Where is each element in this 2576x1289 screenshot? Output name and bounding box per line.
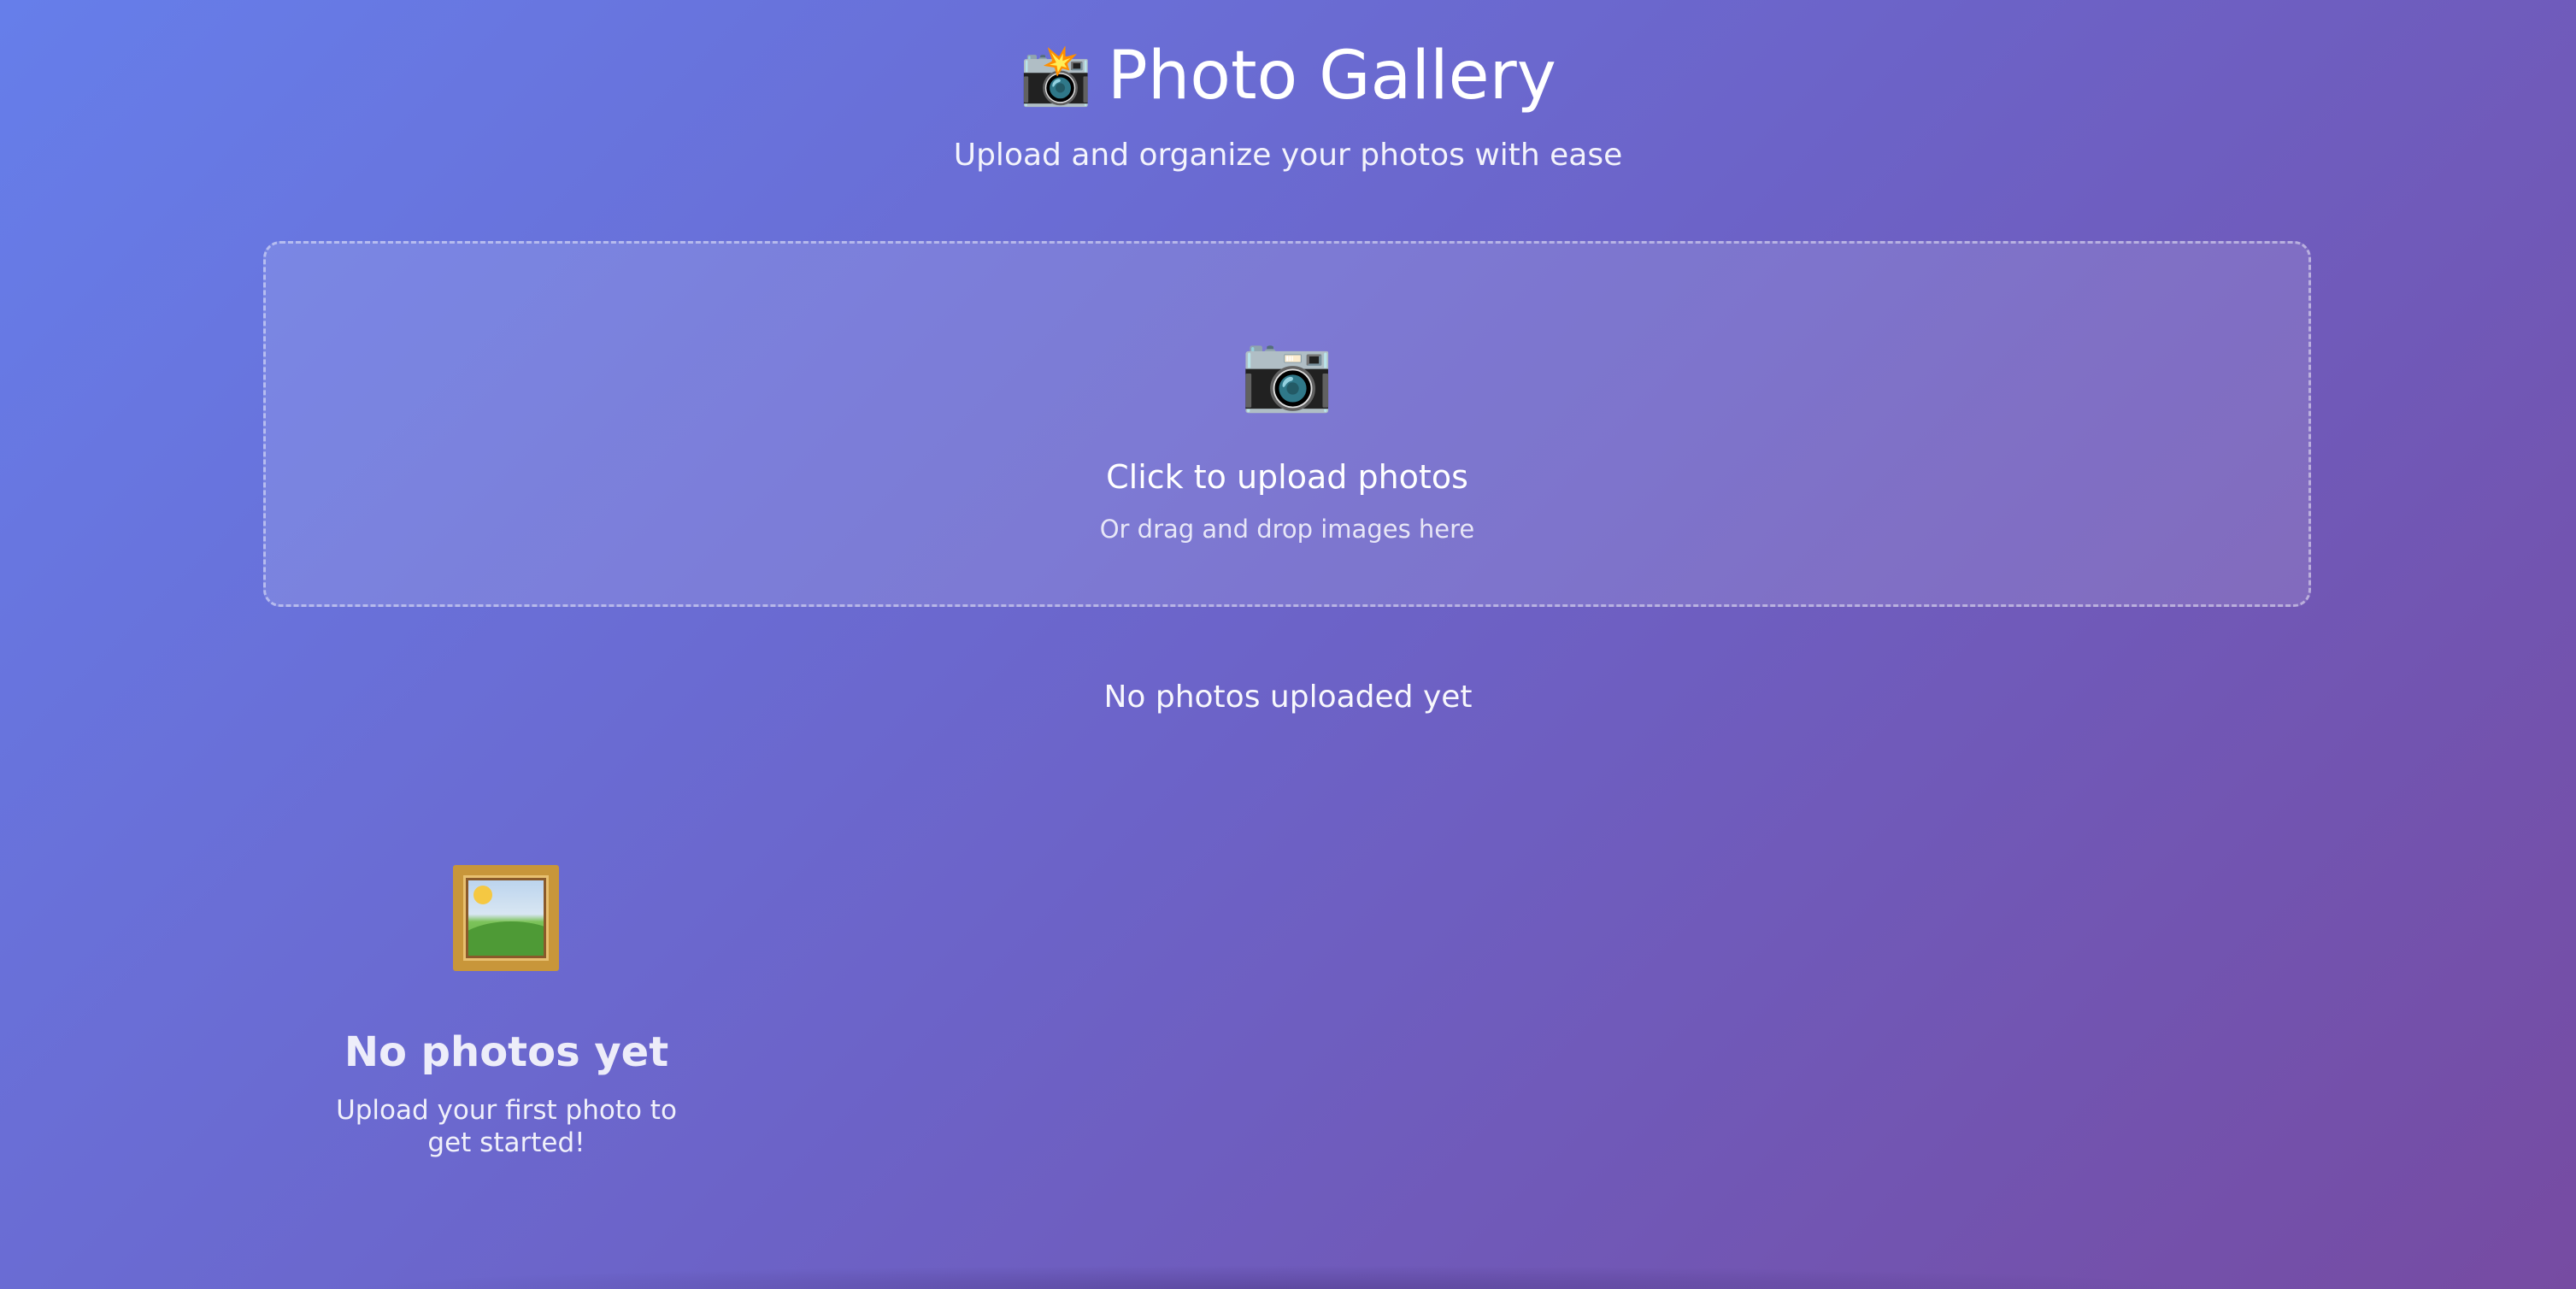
upload-hint: Or drag and drop images here bbox=[1099, 515, 1475, 544]
framed-picture-icon bbox=[316, 863, 697, 973]
upload-title: Click to upload photos bbox=[1106, 458, 1468, 496]
empty-state-title: No photos yet bbox=[344, 1028, 669, 1076]
bottom-shadow bbox=[342, 1265, 2222, 1289]
photo-count-status: No photos uploaded yet bbox=[1103, 680, 1473, 715]
upload-dropzone[interactable]: 📷 Click to upload photos Or drag and dro… bbox=[263, 241, 2311, 607]
page-subtitle: Upload and organize your photos with eas… bbox=[953, 138, 1623, 173]
camera-flash-icon: 📸 bbox=[1020, 42, 1092, 109]
empty-state-text: Upload your first photo to get started! bbox=[336, 1095, 677, 1158]
page-title: 📸 Photo Gallery bbox=[0, 38, 2576, 115]
page-title-text: Photo Gallery bbox=[1107, 38, 1556, 115]
camera-icon: 📷 bbox=[1240, 327, 1334, 415]
